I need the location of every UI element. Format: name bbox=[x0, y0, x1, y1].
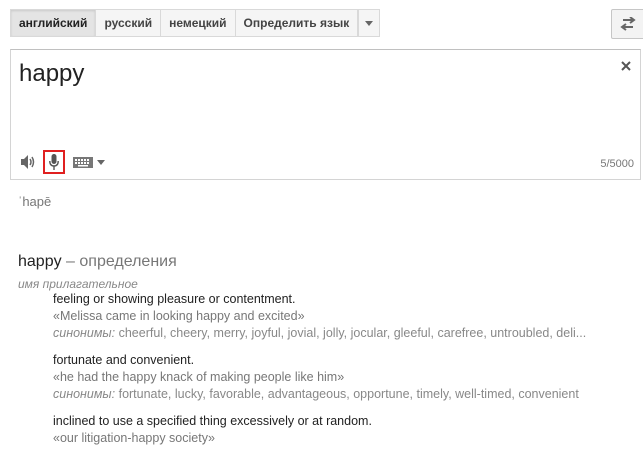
sense-synonyms: синонимы: cheerful, cheery, merry, joyfu… bbox=[53, 325, 643, 342]
sense-gloss: fortunate and convenient. bbox=[53, 353, 195, 367]
voice-input-button[interactable] bbox=[43, 150, 65, 174]
lang-tab-detect[interactable]: Определить язык bbox=[234, 9, 359, 37]
synonyms-label: синонимы: bbox=[53, 387, 116, 401]
source-text-area[interactable]: happy 5/5000 bbox=[10, 49, 641, 180]
lang-tab-german[interactable]: немецкий bbox=[160, 9, 235, 37]
listen-button[interactable] bbox=[19, 152, 39, 172]
keyboard-button[interactable] bbox=[73, 156, 105, 168]
definition-sense: feeling or showing pleasure or contentme… bbox=[53, 291, 643, 342]
synonyms-list[interactable]: cheerful, cheery, merry, joyful, jovial,… bbox=[119, 326, 587, 340]
character-count: 5/5000 bbox=[600, 158, 634, 170]
chevron-down-icon bbox=[365, 20, 374, 26]
definition-sense: fortunate and convenient. «he had the ha… bbox=[53, 352, 643, 403]
microphone-icon bbox=[49, 153, 59, 170]
definition-sense: inclined to use a specified thing excess… bbox=[53, 413, 643, 447]
definitions-heading: happy – определения bbox=[18, 253, 177, 271]
lang-tab-english[interactable]: английский bbox=[10, 9, 96, 37]
sense-example: «our litigation-happy society» bbox=[53, 431, 215, 445]
transliteration: ˈhapē bbox=[18, 194, 52, 209]
definitions-heading-suffix: – определения bbox=[61, 253, 177, 270]
keyboard-icon bbox=[73, 156, 93, 168]
source-language-bar: английский русский немецкий Определить я… bbox=[10, 9, 381, 37]
lang-tab-russian[interactable]: русский bbox=[95, 9, 161, 37]
sense-gloss: feeling or showing pleasure or contentme… bbox=[53, 292, 296, 306]
clear-text-button[interactable] bbox=[618, 58, 634, 74]
sense-synonyms: синонимы: fortunate, lucky, favorable, a… bbox=[53, 386, 643, 403]
sense-gloss: inclined to use a specified thing excess… bbox=[53, 414, 372, 428]
synonyms-list[interactable]: fortunate, lucky, favorable, advantageou… bbox=[119, 387, 579, 401]
part-of-speech: имя прилагательное bbox=[18, 277, 138, 291]
definitions-word: happy bbox=[18, 253, 62, 270]
swap-languages-button[interactable] bbox=[611, 9, 643, 39]
synonyms-label: синонимы: bbox=[53, 326, 116, 340]
input-tools bbox=[19, 149, 105, 175]
sense-example: «he had the happy knack of making people… bbox=[53, 370, 345, 384]
source-text[interactable]: happy bbox=[19, 60, 84, 88]
speaker-icon bbox=[21, 155, 35, 169]
sense-example: «Melissa came in looking happy and excit… bbox=[53, 309, 305, 323]
close-icon bbox=[621, 61, 631, 71]
language-dropdown-button[interactable] bbox=[358, 9, 381, 37]
swap-languages-icon bbox=[620, 17, 636, 31]
chevron-down-icon bbox=[97, 159, 105, 165]
